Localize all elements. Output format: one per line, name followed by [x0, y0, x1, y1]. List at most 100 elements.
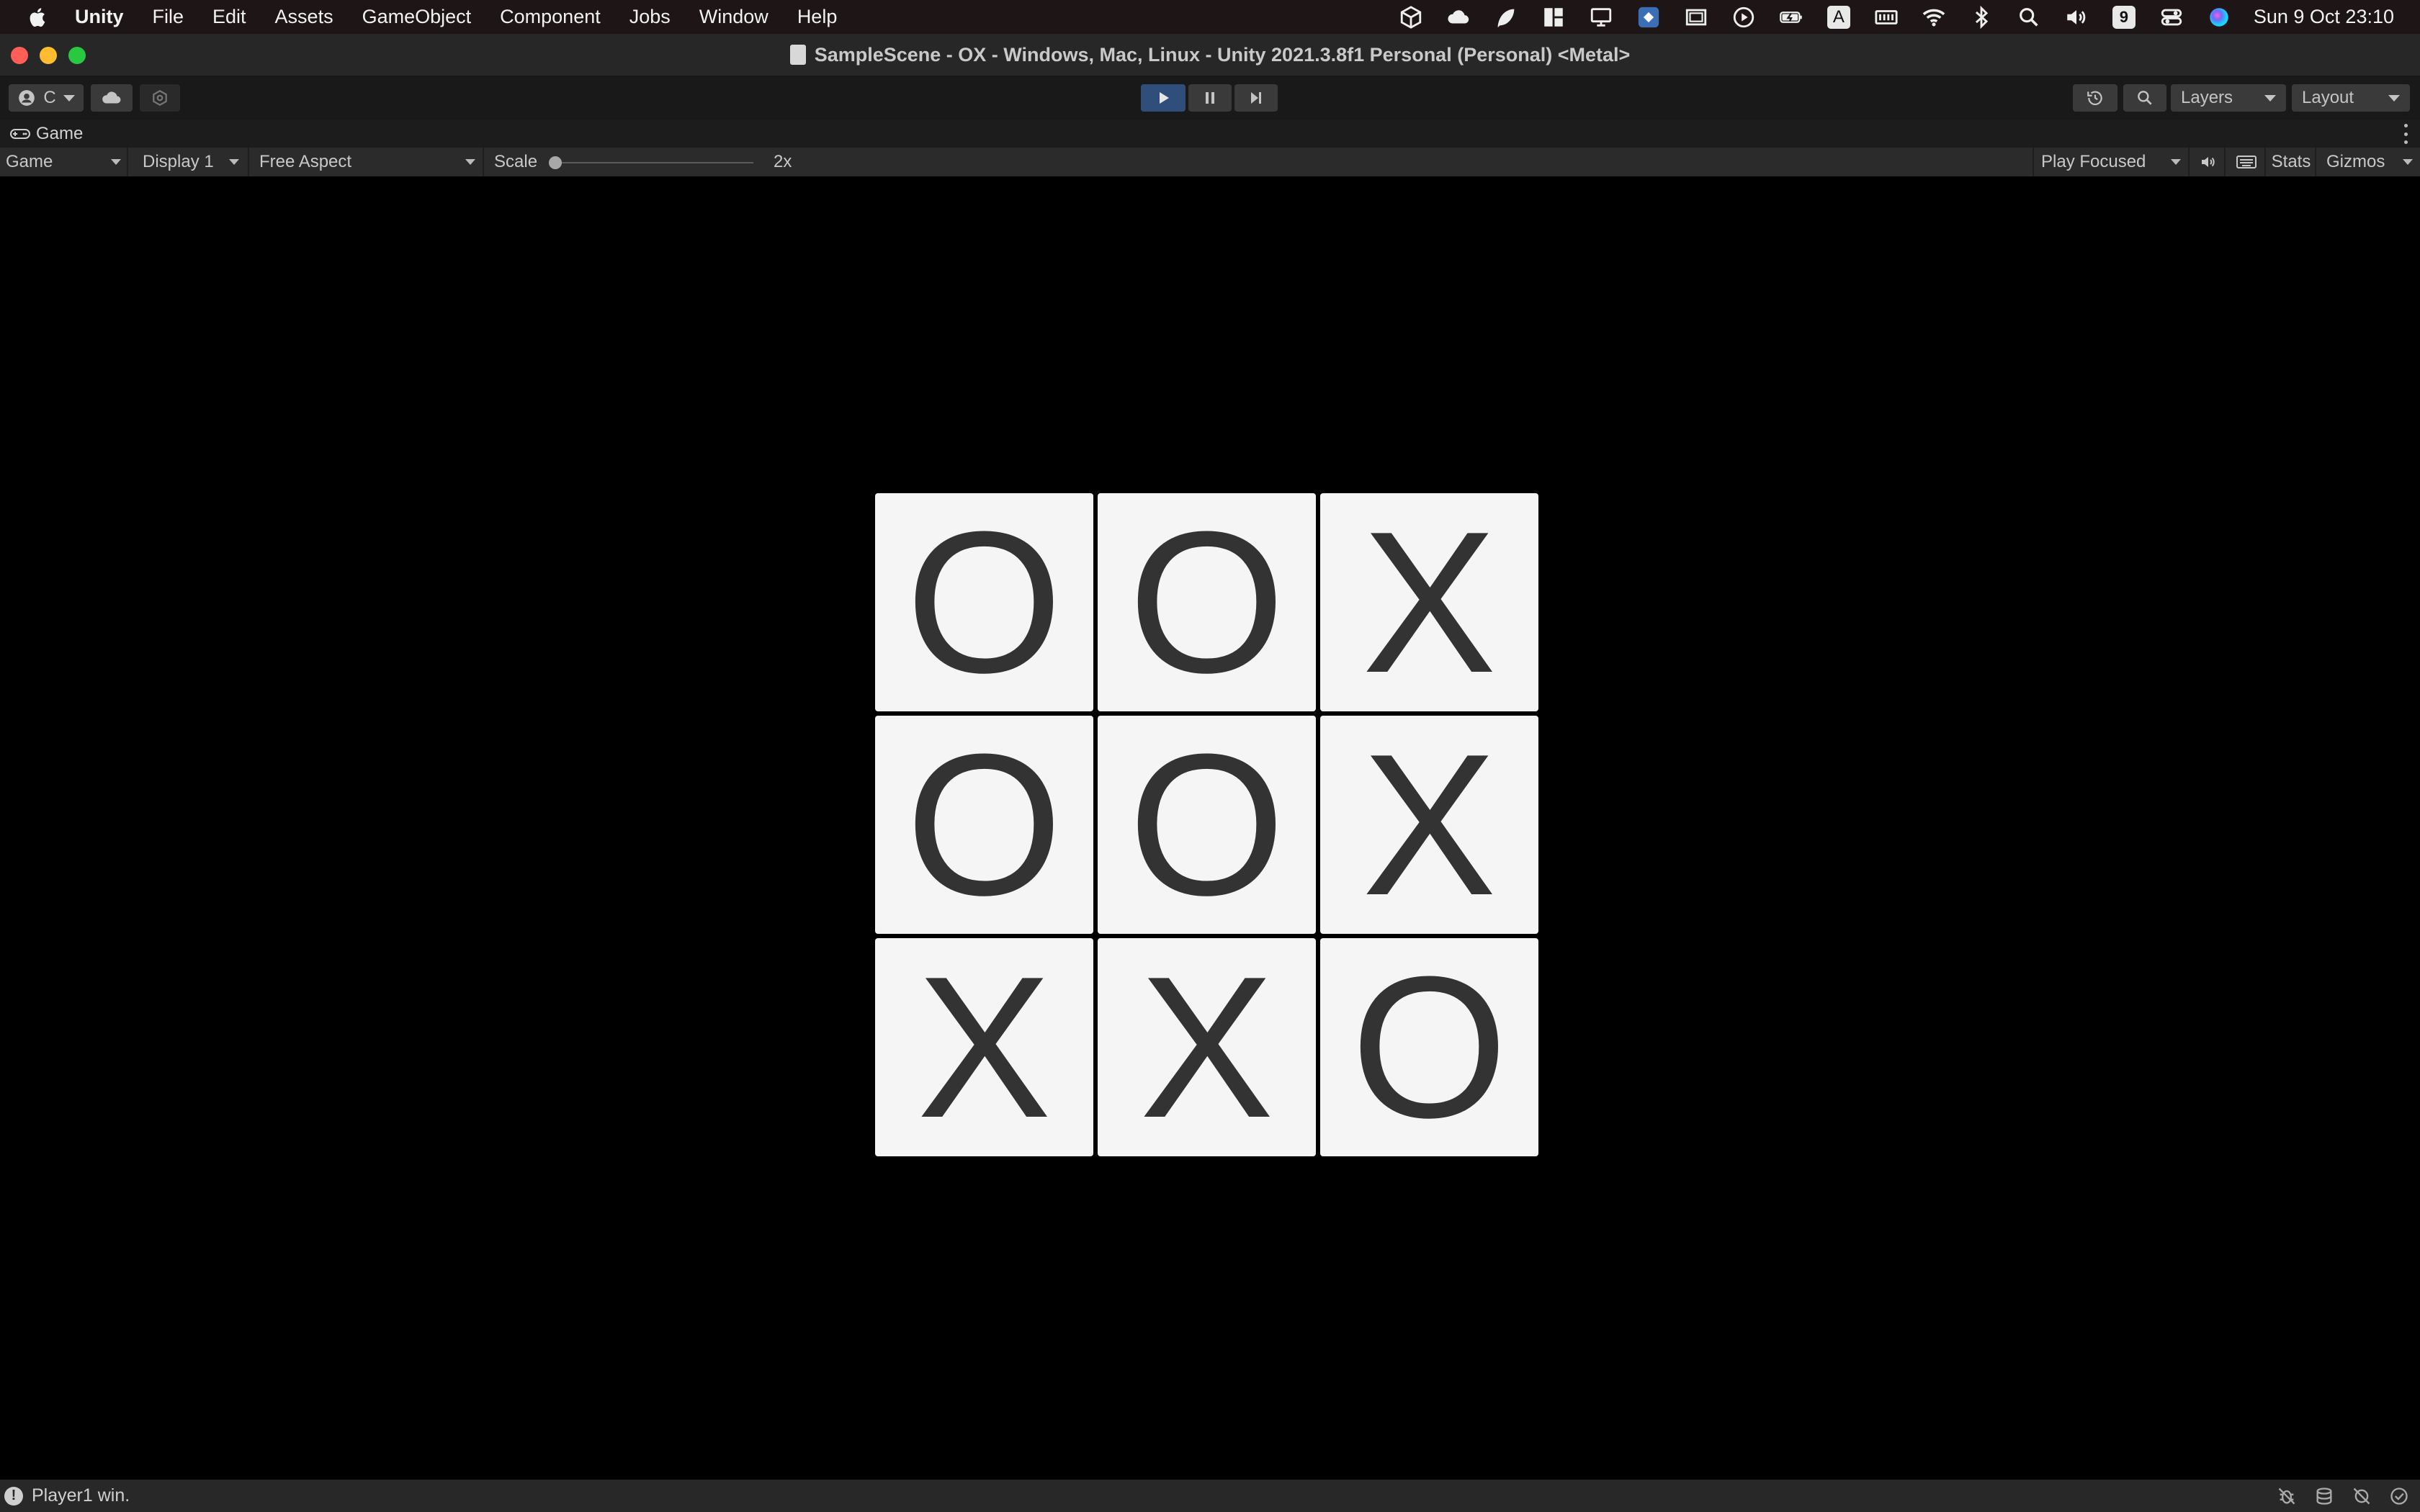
progress-complete-icon[interactable]	[2388, 1485, 2410, 1507]
window-close-button[interactable]	[11, 47, 28, 64]
info-icon: !	[4, 1486, 23, 1506]
debug-off-icon[interactable]	[2276, 1485, 2298, 1507]
board-cell-2-2[interactable]: O	[1098, 716, 1316, 934]
game-viewport[interactable]: O O X O O X X X O	[0, 176, 2420, 1480]
status-message[interactable]: Player1 win.	[32, 1485, 130, 1506]
layers-label: Layers	[2181, 88, 2233, 107]
volume-icon[interactable]	[2061, 0, 2092, 34]
window-title-text: SampleScene - OX - Windows, Mac, Linux -…	[814, 43, 1631, 66]
layout-icon[interactable]	[1538, 0, 1569, 34]
keyboard-shortcuts-button[interactable]	[2228, 148, 2266, 176]
board-cell-1-2[interactable]: O	[1098, 493, 1316, 711]
unity-toolbar: C Layers Layout	[0, 76, 2420, 120]
step-button[interactable]	[1234, 84, 1278, 112]
window-title-bar: SampleScene - OX - Windows, Mac, Linux -…	[0, 34, 2420, 76]
board-cell-1-1[interactable]: O	[875, 493, 1093, 711]
search-icon	[2138, 91, 2152, 105]
menu-bar-clock[interactable]: Sun 9 Oct 23:10	[2254, 6, 2394, 28]
history-icon	[2087, 91, 2102, 106]
collab-button[interactable]	[140, 84, 180, 112]
account-dropdown[interactable]: C	[9, 84, 84, 112]
chevron-down-icon	[63, 94, 75, 102]
search-button[interactable]	[2123, 84, 2166, 112]
scale-value: 2x	[774, 152, 792, 171]
gamepad-icon	[10, 129, 30, 139]
cloud-button[interactable]	[91, 84, 133, 112]
scale-slider-handle[interactable]	[549, 156, 562, 169]
menu-app-unity[interactable]: Unity	[75, 6, 124, 28]
board-cell-1-3[interactable]: X	[1320, 493, 1538, 711]
console-status-bar[interactable]: ! Player1 win.	[0, 1480, 2420, 1512]
layout-dropdown[interactable]: Layout	[2292, 84, 2410, 112]
leaf-icon[interactable]	[1490, 0, 1522, 34]
more-options-icon[interactable]	[2403, 124, 2408, 144]
play-circle-icon[interactable]	[1728, 0, 1760, 34]
layout-label: Layout	[2302, 88, 2354, 107]
scene-document-icon	[789, 45, 806, 65]
window-maximize-button[interactable]	[68, 47, 86, 64]
scale-label: Scale	[494, 152, 538, 171]
window-minimize-button[interactable]	[40, 47, 57, 64]
menu-edit[interactable]: Edit	[212, 6, 246, 28]
menu-file[interactable]: File	[153, 6, 184, 28]
speaker-icon	[2202, 157, 2215, 167]
menu-gameobject[interactable]: GameObject	[362, 6, 472, 28]
stats-button[interactable]: Stats	[2267, 148, 2316, 176]
display-icon[interactable]	[1585, 0, 1617, 34]
aspect-label: Free Aspect	[259, 152, 352, 171]
auto-generate-lighting-icon[interactable]	[2351, 1485, 2372, 1507]
keyboard-input-icon[interactable]: A	[1823, 0, 1855, 34]
board-cell-3-1[interactable]: X	[875, 938, 1093, 1156]
play-button[interactable]	[1141, 84, 1186, 112]
board-cell-2-3[interactable]: X	[1320, 716, 1538, 934]
view-mode-dropdown[interactable]: Game	[0, 148, 128, 176]
scale-slider-track[interactable]	[552, 162, 753, 163]
board-cell-2-1[interactable]: O	[875, 716, 1093, 934]
account-label: C	[43, 88, 56, 107]
board-cell-3-3[interactable]: O	[1320, 938, 1538, 1156]
chevron-down-icon	[111, 159, 121, 165]
siri-icon[interactable]	[2203, 0, 2235, 34]
undo-history-button[interactable]	[2073, 84, 2118, 112]
chevron-down-icon	[465, 159, 475, 165]
menu-component[interactable]: Component	[500, 6, 601, 28]
game-view-tab-bar: Game	[0, 120, 2420, 148]
scale-control: Scale 2x	[487, 148, 798, 176]
menu-jobs[interactable]: Jobs	[629, 6, 671, 28]
memory-icon[interactable]	[1870, 0, 1902, 34]
cache-server-icon[interactable]	[2313, 1485, 2335, 1507]
window-icon[interactable]	[1680, 0, 1712, 34]
chevron-down-icon	[2403, 159, 2413, 165]
board-cell-3-2[interactable]: X	[1098, 938, 1316, 1156]
window-title: SampleScene - OX - Windows, Mac, Linux -…	[789, 43, 1631, 66]
cloud-icon	[102, 91, 121, 104]
mute-audio-button[interactable]	[2192, 148, 2226, 176]
layers-dropdown[interactable]: Layers	[2171, 84, 2286, 112]
play-focused-dropdown[interactable]: Play Focused	[2033, 148, 2190, 176]
calendar-badge-icon[interactable]: 9	[2108, 0, 2140, 34]
gizmos-dropdown[interactable]: Gizmos	[2319, 148, 2420, 176]
menu-window[interactable]: Window	[699, 6, 768, 28]
display-dropdown[interactable]: Display 1	[134, 148, 249, 176]
chevron-down-icon	[2171, 159, 2181, 165]
keyboard-icon	[2236, 156, 2257, 168]
play-focused-label: Play Focused	[2041, 152, 2146, 171]
chevron-down-icon	[229, 159, 239, 165]
calendar-badge-label: 9	[2112, 5, 2136, 29]
app-icon[interactable]	[1633, 0, 1664, 34]
aspect-dropdown[interactable]: Free Aspect	[252, 148, 484, 176]
status-bar-icons	[2276, 1480, 2410, 1512]
pause-icon	[1206, 92, 1214, 104]
cloud-icon[interactable]	[1443, 0, 1474, 34]
menu-help[interactable]: Help	[797, 6, 838, 28]
battery-icon[interactable]	[1775, 0, 1807, 34]
bluetooth-icon[interactable]	[1966, 0, 1997, 34]
tab-game[interactable]: Game	[10, 124, 83, 144]
unity-hub-icon[interactable]	[1395, 0, 1427, 34]
wifi-icon[interactable]	[1918, 0, 1950, 34]
pause-button[interactable]	[1188, 84, 1232, 112]
apple-icon[interactable]	[27, 6, 48, 28]
control-center-icon[interactable]	[2156, 0, 2187, 34]
menu-assets[interactable]: Assets	[275, 6, 333, 28]
spotlight-icon[interactable]	[2013, 0, 2045, 34]
